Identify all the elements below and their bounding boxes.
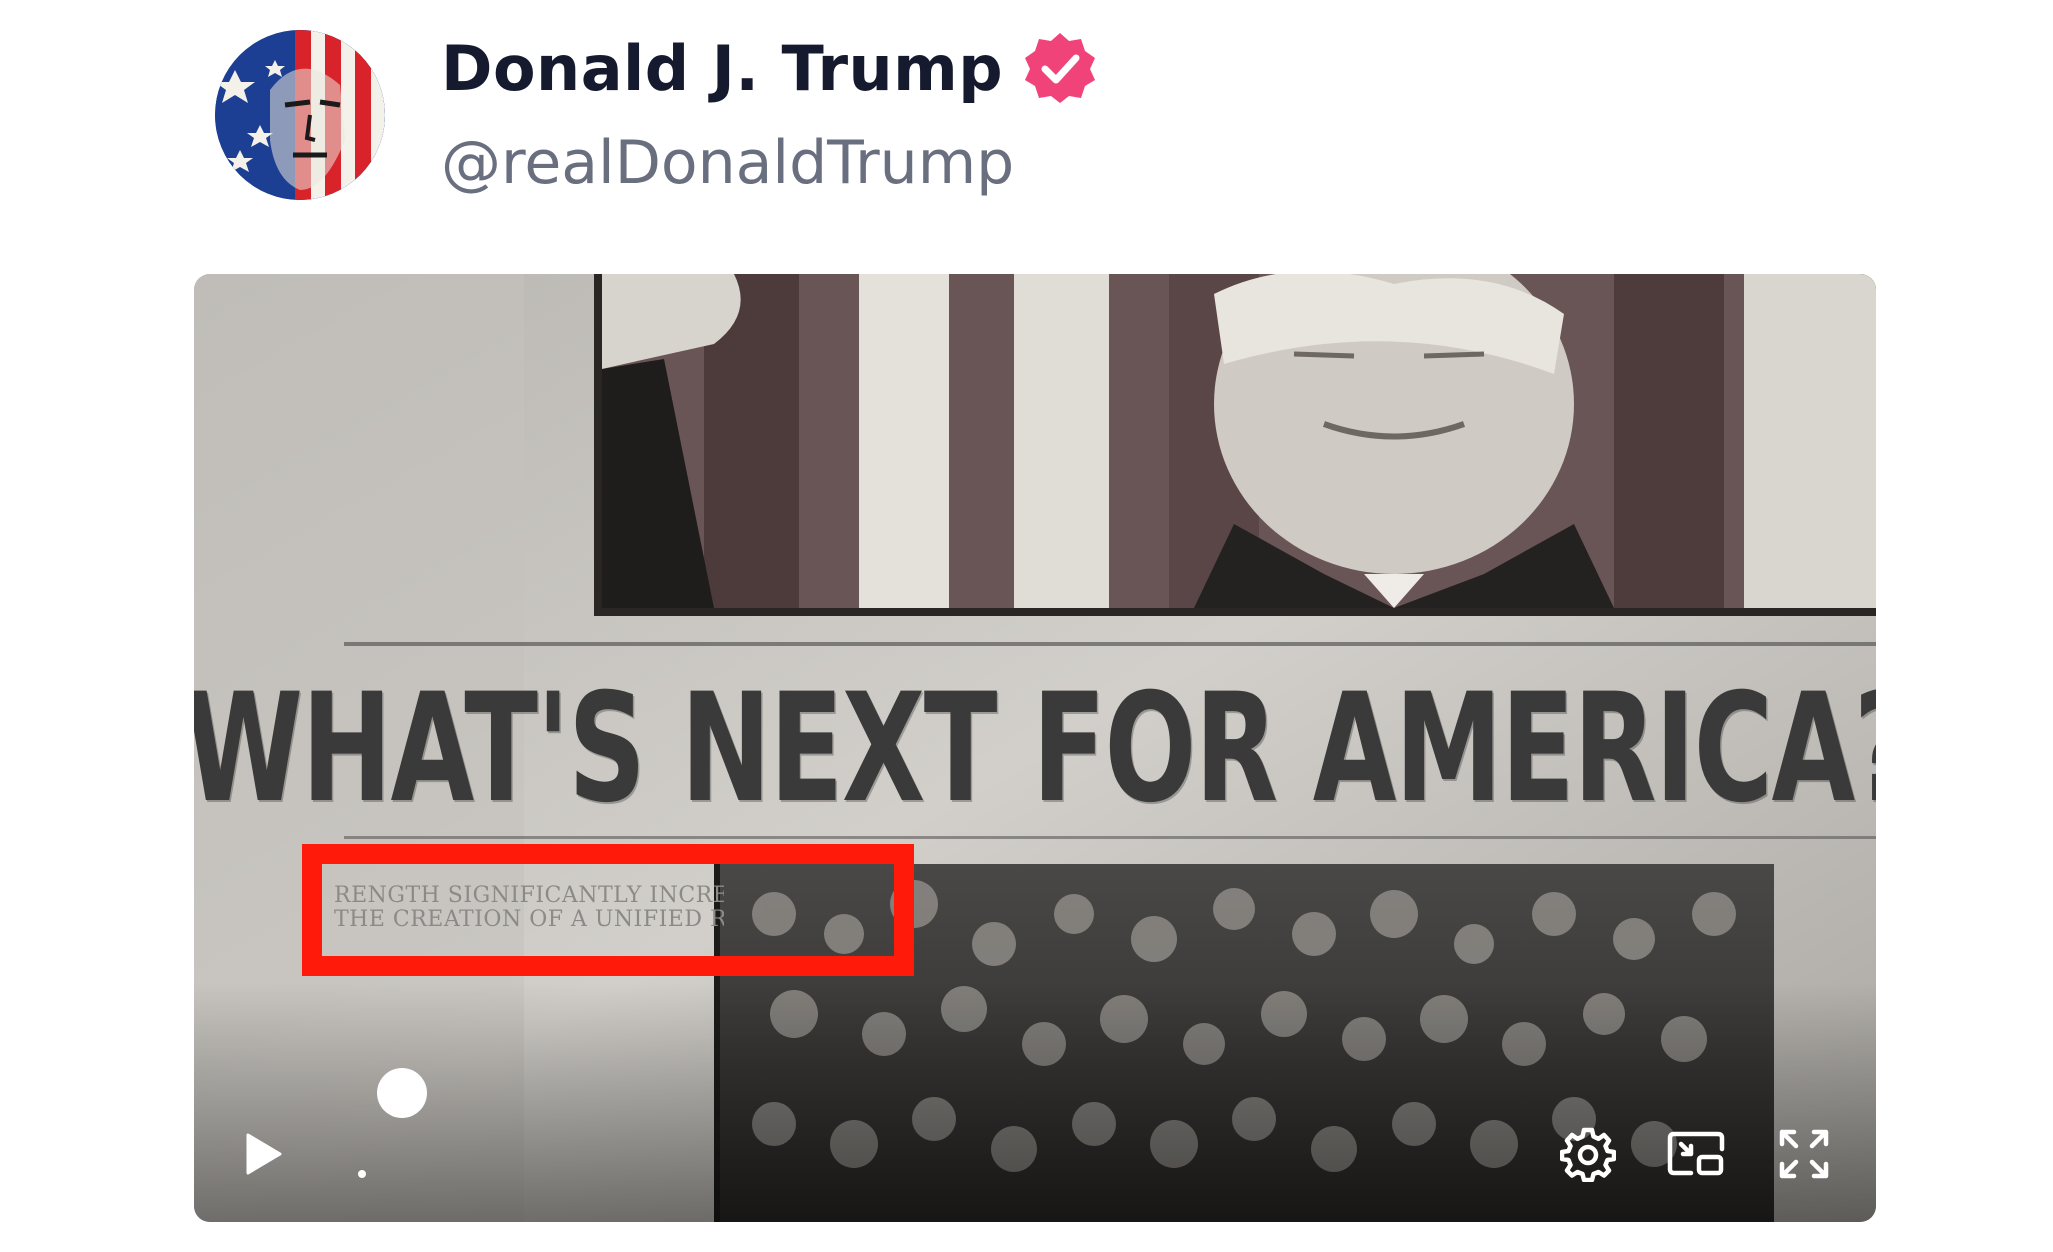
- play-button[interactable]: [230, 1122, 294, 1186]
- display-name[interactable]: Donald J. Trump: [441, 32, 1003, 105]
- fullscreen-icon: [1779, 1129, 1829, 1179]
- user-handle[interactable]: @realDonaldTrump: [441, 128, 1014, 198]
- progress-bar[interactable]: [224, 1092, 1844, 1096]
- play-icon: [246, 1133, 282, 1175]
- red-highlight-box: [302, 844, 914, 976]
- timeline-dot: [358, 1170, 366, 1178]
- verified-badge-icon: [1025, 33, 1096, 103]
- avatar-image: [215, 30, 385, 200]
- scrub-handle[interactable]: [377, 1068, 428, 1118]
- video-headline: WHAT'S NEXT FOR AMERICA?: [194, 662, 1876, 836]
- picture-in-picture-button[interactable]: [1664, 1122, 1728, 1186]
- controls-overlay: [194, 982, 1876, 1222]
- video-player[interactable]: WHAT'S NEXT FOR AMERICA? RENGTH SIGNIFIC…: [194, 274, 1876, 1222]
- post-card: Donald J. Trump @realDonaldTrump WHAT'S …: [0, 0, 2053, 1252]
- display-name-row: Donald J. Trump: [441, 28, 1097, 108]
- avatar[interactable]: [215, 30, 385, 200]
- progress-fill: [224, 1092, 402, 1096]
- fullscreen-button[interactable]: [1772, 1122, 1836, 1186]
- settings-button[interactable]: [1556, 1122, 1620, 1186]
- picture-in-picture-icon: [1667, 1131, 1725, 1176]
- gear-icon: [1560, 1127, 1616, 1182]
